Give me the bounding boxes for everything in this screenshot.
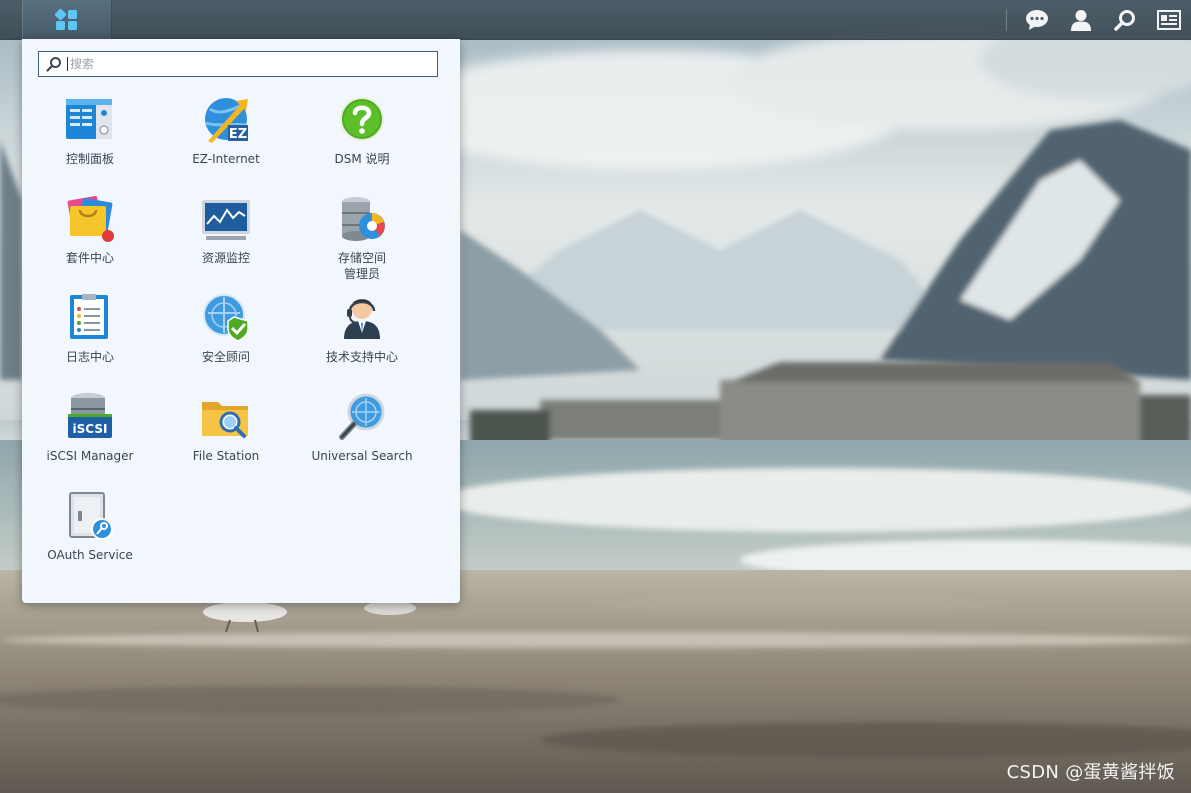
main-menu-panel: 控制面板 EZ EZ-Internet DSM 说明 套件中心 bbox=[22, 39, 460, 603]
storage-manager-icon bbox=[342, 197, 385, 241]
ez-internet-icon: EZ bbox=[205, 98, 248, 143]
app-oauth-service[interactable]: OAuth Service bbox=[22, 491, 158, 587]
app-label: iSCSI Manager bbox=[46, 449, 134, 463]
log-center-icon bbox=[70, 294, 108, 339]
security-advisor-icon bbox=[203, 294, 249, 342]
control-panel-icon bbox=[66, 99, 112, 139]
app-resource-monitor[interactable]: 资源监控 bbox=[158, 194, 294, 290]
app-label: File Station bbox=[192, 449, 260, 463]
iscsi-manager-icon: iSCSI bbox=[68, 393, 112, 438]
app-label: DSM 说明 bbox=[334, 152, 390, 166]
chat-icon bbox=[1026, 9, 1048, 30]
taskbar-divider bbox=[1006, 8, 1007, 31]
app-label: OAuth Service bbox=[47, 548, 133, 562]
help-icon bbox=[340, 97, 384, 141]
app-ez-internet[interactable]: EZ EZ-Internet bbox=[158, 95, 294, 191]
app-label: 日志中心 bbox=[65, 350, 114, 364]
user-button[interactable] bbox=[1059, 0, 1103, 39]
file-station-icon bbox=[202, 402, 248, 438]
search-icon bbox=[1114, 9, 1135, 31]
search-button[interactable] bbox=[1103, 0, 1147, 39]
watermark-text: CSDN @蛋黄酱拌饭 bbox=[1006, 762, 1175, 783]
ez-badge: EZ bbox=[229, 127, 247, 142]
app-label: Universal Search bbox=[311, 449, 413, 463]
app-universal-search[interactable]: Universal Search bbox=[294, 392, 430, 488]
app-package-center[interactable]: 套件中心 bbox=[22, 194, 158, 290]
package-center-icon bbox=[67, 195, 114, 242]
app-iscsi-manager[interactable]: iSCSI iSCSI Manager bbox=[22, 392, 158, 488]
menu-search-input[interactable] bbox=[68, 53, 432, 75]
app-label: 技术支持中心 bbox=[325, 350, 398, 364]
chat-button[interactable] bbox=[1015, 0, 1059, 39]
app-log-center[interactable]: 日志中心 bbox=[22, 293, 158, 389]
app-label: 资源监控 bbox=[201, 251, 250, 265]
app-storage-manager[interactable]: 存储空间 管理员 bbox=[294, 194, 430, 290]
menu-search-box[interactable] bbox=[38, 51, 438, 77]
app-support-center[interactable]: 技术支持中心 bbox=[294, 293, 430, 389]
app-control-panel[interactable]: 控制面板 bbox=[22, 95, 158, 191]
widgets-icon bbox=[1157, 9, 1181, 30]
universal-search-icon bbox=[339, 393, 385, 440]
support-center-icon bbox=[344, 299, 380, 339]
oauth-service-icon bbox=[69, 492, 113, 540]
main-menu-button[interactable] bbox=[22, 0, 112, 39]
main-menu-grid-icon bbox=[55, 8, 77, 30]
app-label: EZ-Internet bbox=[192, 152, 260, 166]
user-icon bbox=[1071, 9, 1091, 31]
taskbar bbox=[0, 0, 1191, 40]
app-label: 套件中心 bbox=[65, 251, 114, 265]
widgets-button[interactable] bbox=[1147, 0, 1191, 39]
iscsi-badge: iSCSI bbox=[73, 422, 108, 436]
app-file-station[interactable]: File Station bbox=[158, 392, 294, 488]
taskbar-tray bbox=[1006, 0, 1191, 39]
app-dsm-help[interactable]: DSM 说明 bbox=[294, 95, 430, 191]
app-security-advisor[interactable]: 安全顾问 bbox=[158, 293, 294, 389]
app-label: 安全顾问 bbox=[201, 350, 250, 364]
app-label: 存储空间 管理员 bbox=[337, 251, 386, 281]
app-label: 控制面板 bbox=[65, 152, 114, 166]
search-icon bbox=[43, 56, 65, 72]
resource-monitor-icon bbox=[202, 200, 250, 240]
